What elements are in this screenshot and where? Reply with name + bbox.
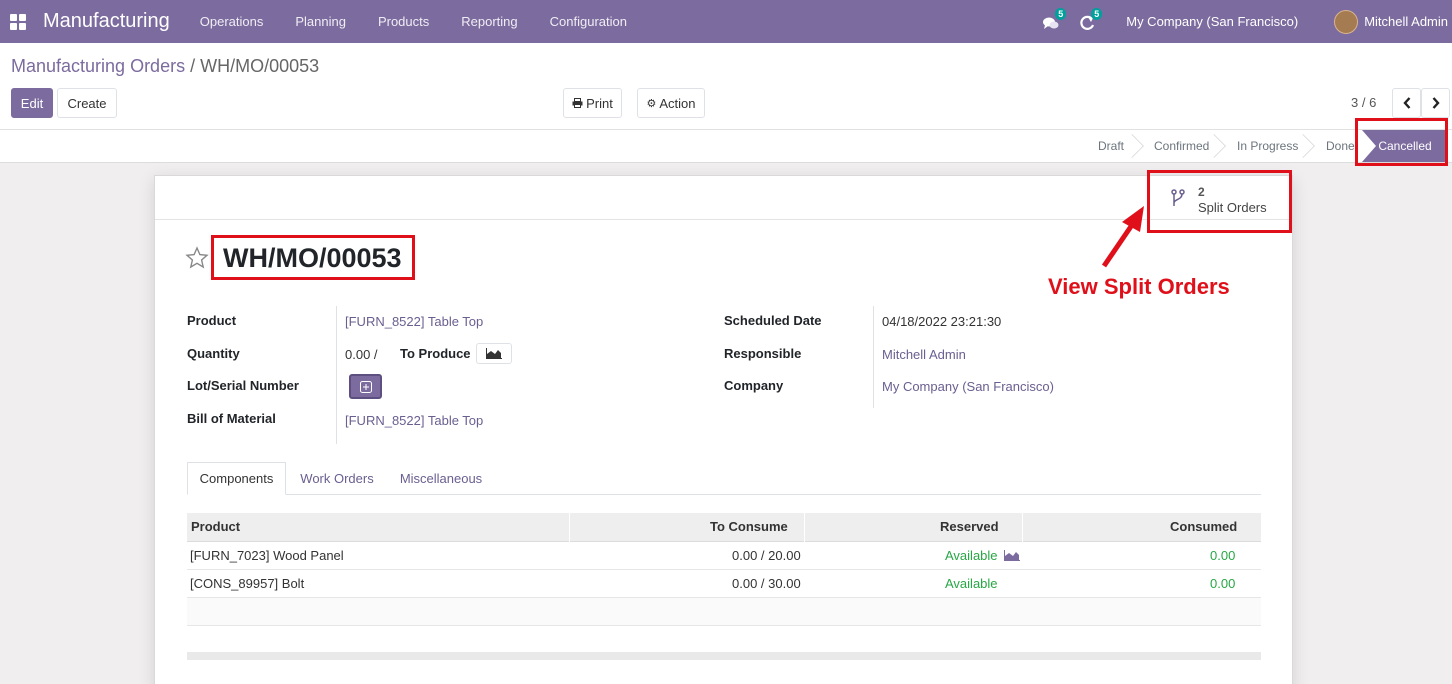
scheduled-date-label: Scheduled Date [724,313,822,328]
highlight-split-orders-box [1147,170,1292,233]
breadcrumb: Manufacturing Orders / WH/MO/00053 [11,56,319,77]
activities-icon[interactable]: 5 [1076,7,1104,32]
user-avatar[interactable] [1334,9,1359,34]
action-button[interactable]: ⚙ Action [637,88,705,118]
control-panel: Manufacturing Orders / WH/MO/00053 Edit … [0,43,1452,130]
company-label: Company [724,378,784,393]
row-to-consume: 0.00 / 30.00 [732,576,801,591]
app-name[interactable]: Manufacturing [43,10,170,33]
action-label: Action [659,95,696,111]
user-menu[interactable]: Mitchell Admin [1364,14,1448,29]
tab-work-orders[interactable]: Work Orders [293,462,381,495]
quantity-label: Quantity [187,346,240,361]
quantity-value[interactable]: 0.00 / [345,347,378,362]
menu-configuration[interactable]: Configuration [534,14,643,29]
row-consumed: 0.00 [1210,548,1236,563]
table-row[interactable]: [FURN_7023] Wood Panel 0.00 / 20.00 Avai… [187,542,1261,570]
row-reserved: Available [945,548,998,563]
edit-button[interactable]: Edit [11,88,53,118]
chevron-right-icon [1432,97,1440,109]
col-to-consume[interactable]: To Consume [710,519,788,534]
print-label: Print [586,95,613,111]
tab-components[interactable]: Components [187,462,286,495]
components-table: Product To Consume Reserved Consumed [FU… [187,513,1261,626]
print-button[interactable]: Print [563,88,622,118]
col-reserved[interactable]: Reserved [940,519,999,534]
pager-value[interactable]: 3 / 6 [1351,95,1376,110]
row-reserved: Available [945,576,998,591]
menu-products[interactable]: Products [362,14,445,29]
responsible-label: Responsible [724,346,802,361]
company-value[interactable]: My Company (San Francisco) [882,379,1054,394]
status-bar: Draft Confirmed In Progress Done Cancell… [0,130,1452,163]
tab-miscellaneous[interactable]: Miscellaneous [391,462,491,495]
company-switcher[interactable]: My Company (San Francisco) [1126,14,1298,29]
area-chart-icon [486,348,502,359]
scheduled-date-value[interactable]: 04/18/2022 23:21:30 [882,314,1001,329]
product-label: Product [187,313,237,328]
table-footer [187,652,1261,660]
lot-serial-label: Lot/Serial Number [187,378,299,393]
product-value[interactable]: [FURN_8522] Table Top [345,314,483,329]
create-button[interactable]: Create [57,88,117,118]
gear-icon: ⚙ [646,97,657,110]
field-divider [873,306,874,408]
top-navbar: Manufacturing Operations Planning Produc… [0,0,1452,43]
col-product[interactable]: Product [191,519,240,534]
row-to-consume: 0.00 / 20.00 [732,548,801,563]
table-empty-row [187,598,1261,626]
highlight-title-box [211,235,415,280]
notebook-tabs: Components Work Orders Miscellaneous [187,462,1261,495]
activities-badge: 5 [1091,7,1103,20]
field-divider [336,306,337,444]
breadcrumb-separator: / [185,56,201,76]
column-divider [569,513,570,542]
row-product: [FURN_7023] Wood Panel [190,548,344,563]
stage-in-progress[interactable]: In Progress [1237,130,1298,162]
menu-planning[interactable]: Planning [279,14,362,29]
pager-previous-button[interactable] [1392,88,1421,118]
row-product: [CONS_89957] Bolt [190,576,305,591]
print-icon [572,98,583,108]
table-header: Product To Consume Reserved Consumed [187,513,1261,542]
breadcrumb-current: WH/MO/00053 [200,56,320,76]
menu-reporting[interactable]: Reporting [445,14,533,29]
column-divider [1022,513,1023,542]
navbar-systray: 5 5 My Company (San Francisco) Mitchell … [1040,0,1452,43]
column-divider [804,513,805,542]
messages-badge: 5 [1055,7,1067,20]
to-produce-label: To Produce [400,346,471,361]
responsible-value[interactable]: Mitchell Admin [882,347,966,362]
pager-next-button[interactable] [1421,88,1450,118]
highlight-cancelled-box [1355,118,1448,166]
table-row[interactable]: [CONS_89957] Bolt 0.00 / 30.00 Available… [187,570,1261,598]
stage-done[interactable]: Done [1326,130,1355,162]
messages-icon[interactable]: 5 [1040,7,1068,32]
apps-menu-icon[interactable] [10,13,40,30]
area-chart-icon[interactable] [1004,550,1020,561]
menu-operations[interactable]: Operations [184,14,280,29]
plus-square-icon [359,380,372,393]
row-consumed: 0.00 [1210,576,1236,591]
annotation-label: View Split Orders [1048,274,1230,299]
annotation-arrow [1101,206,1144,268]
main-menu: Operations Planning Products Reporting C… [184,14,643,29]
forecast-chart-button[interactable] [476,343,512,364]
stage-confirmed[interactable]: Confirmed [1154,130,1209,162]
breadcrumb-parent[interactable]: Manufacturing Orders [11,56,185,76]
bom-label: Bill of Material [187,411,276,426]
col-consumed[interactable]: Consumed [1170,519,1237,534]
chevron-left-icon [1402,97,1410,109]
lot-serial-add-button[interactable] [349,374,382,399]
bom-value[interactable]: [FURN_8522] Table Top [345,413,483,428]
star-icon[interactable] [185,246,209,270]
